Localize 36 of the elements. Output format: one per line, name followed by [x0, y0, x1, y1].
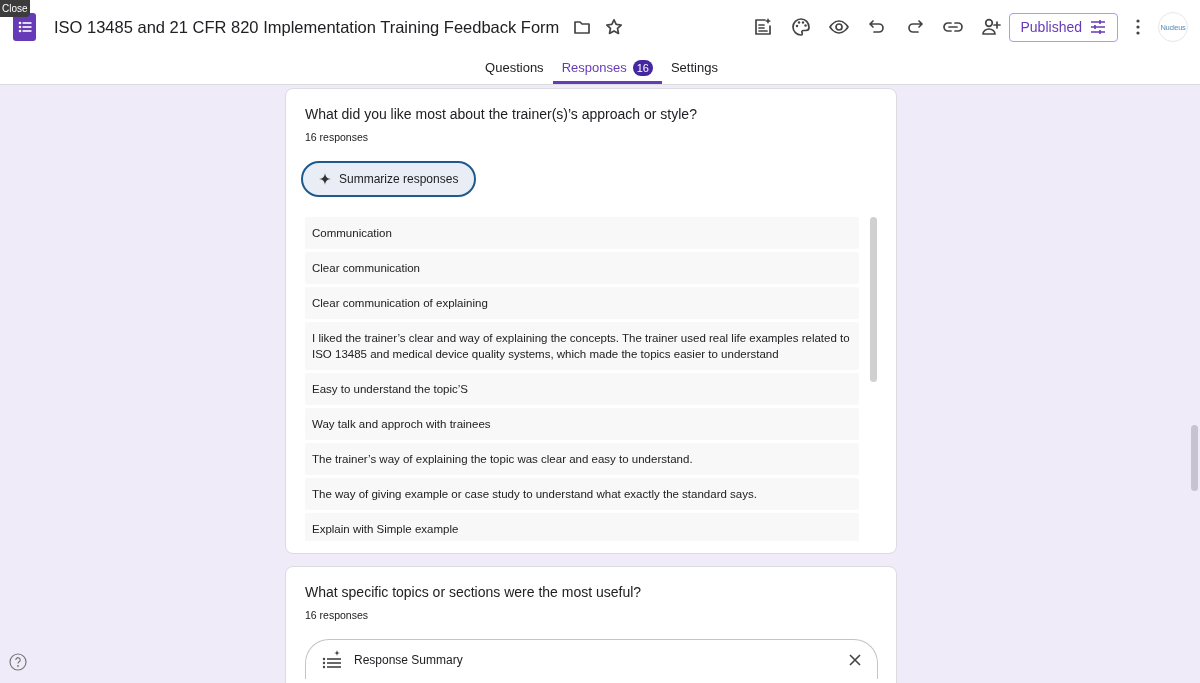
- response-count: 16 responses: [305, 131, 370, 143]
- sliders-icon: [1090, 19, 1106, 36]
- sparkle-icon: [319, 173, 331, 185]
- form-title: ISO 13485 and 21 CFR 820 Implementation Training Feedback Form: [54, 17, 560, 37]
- question-title: What did you like most about the trainer(s)’s approach or style?: [305, 106, 698, 122]
- response-count: 16 responses: [305, 609, 370, 621]
- response-item: Communication: [305, 217, 860, 249]
- customize-form-icon[interactable]: [752, 17, 773, 38]
- folder-icon[interactable]: [573, 19, 592, 36]
- star-icon[interactable]: [605, 18, 624, 37]
- response-item: Way talk and approch with trainees: [305, 408, 860, 440]
- question-title: What specific topics or sections were the most useful?: [305, 584, 643, 600]
- response-item: Explain with Simple example: [305, 513, 860, 541]
- tab[interactable]: Settings: [661, 54, 727, 84]
- help-icon[interactable]: [9, 653, 27, 671]
- list-icon: [17, 21, 32, 34]
- response-item: I liked the trainer’s clear and way of explaining the concepts. The trainer used real life examples related to ISO 13485 and medical device quality systems, which made the topics easier to understand: [305, 322, 860, 370]
- scrollbar[interactable]: [870, 217, 877, 382]
- response-item: Clear communication of explaining: [305, 287, 860, 319]
- response-item: Clear communication: [305, 252, 860, 284]
- response-item: The way of giving example or case study to understand what exactly the standard says.: [305, 478, 860, 510]
- close-icon[interactable]: [849, 653, 861, 666]
- summary-title: Response Summary: [354, 652, 464, 667]
- add-person-icon[interactable]: [980, 17, 1001, 38]
- tooltip: Close: [0, 0, 30, 17]
- response-item: Easy to understand the topic’S: [305, 373, 860, 405]
- sparkle-list-icon: [322, 649, 342, 670]
- more-vert-icon[interactable]: [1136, 19, 1140, 36]
- tab[interactable]: Questions: [476, 54, 553, 84]
- response-item: The trainer’s way of explaining the topic was clear and easy to understand.: [305, 443, 860, 475]
- palette-icon[interactable]: [790, 17, 811, 38]
- scrollbar[interactable]: [1191, 425, 1198, 491]
- summarize-button[interactable]: Summarize responses: [301, 161, 477, 197]
- count-badge: 16: [632, 59, 653, 76]
- tab[interactable]: Responses 16: [552, 54, 662, 84]
- published-button[interactable]: Published: [1008, 12, 1118, 42]
